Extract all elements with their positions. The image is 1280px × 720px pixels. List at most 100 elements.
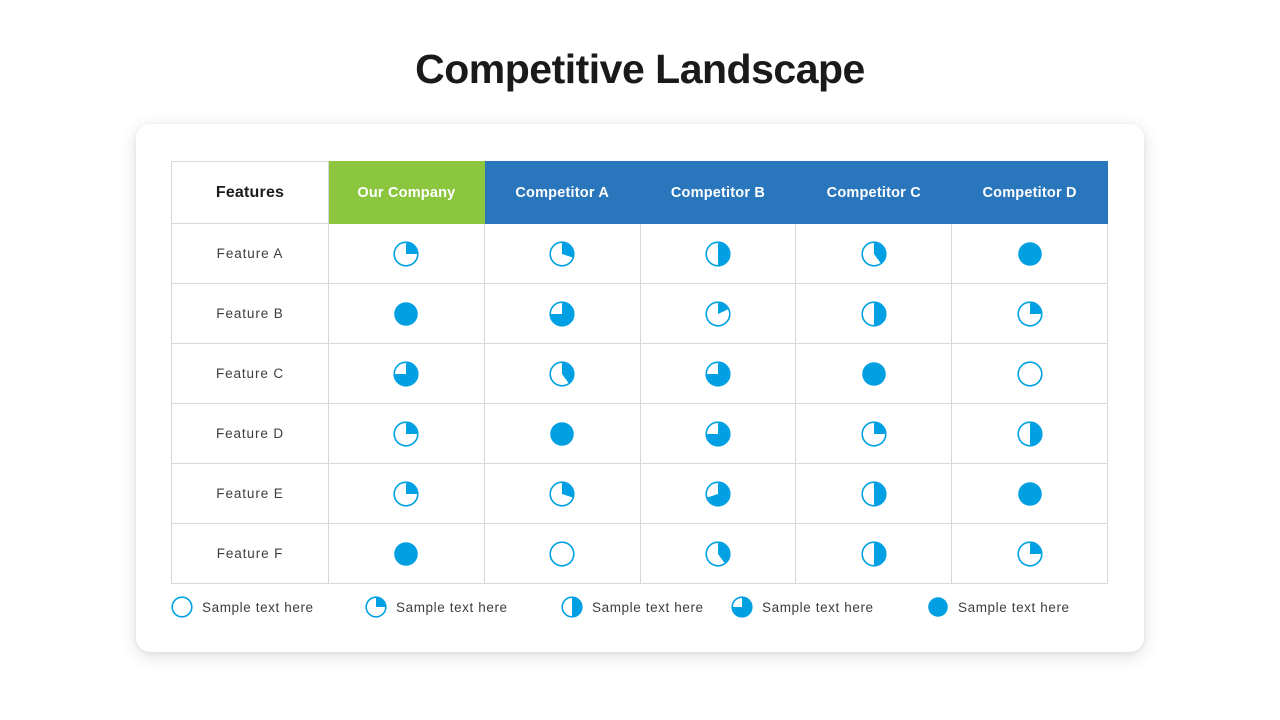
legend-label: Sample text here	[592, 599, 704, 615]
pie-rating-icon	[1016, 300, 1043, 327]
feature-label: Feature D	[171, 403, 329, 464]
pie-rating-icon	[1016, 360, 1043, 387]
pie-rating-icon	[705, 480, 731, 507]
feature-label: Feature E	[171, 463, 329, 524]
legend-pie-icon	[365, 596, 387, 618]
legend-pie-icon	[927, 596, 949, 618]
pie-rating-icon	[861, 240, 887, 267]
rating-cell	[639, 523, 797, 584]
content-card: Features Our Company Competitor A Competito…	[136, 124, 1144, 652]
pie-rating-icon	[549, 421, 575, 446]
feature-label: Feature A	[171, 223, 329, 284]
feature-label: Feature F	[171, 523, 329, 584]
rating-cell	[795, 403, 953, 464]
column-header-competitor-3: Competitor B	[639, 161, 797, 224]
rating-cell	[639, 343, 797, 404]
pie-rating-icon	[393, 240, 419, 267]
pie-rating-icon	[393, 420, 419, 447]
rating-cell	[639, 283, 797, 344]
table-row: Feature E	[171, 463, 1108, 524]
column-header-competitor-5: Competitor D	[951, 161, 1108, 224]
rating-cell	[483, 403, 641, 464]
pie-rating-icon	[1016, 540, 1043, 567]
pie-rating-icon	[549, 240, 575, 267]
legend-item: Sample text here	[561, 596, 731, 618]
rating-cell	[639, 403, 797, 464]
pie-rating-icon	[549, 360, 575, 387]
pie-rating-icon	[705, 420, 731, 447]
pie-rating-icon	[861, 300, 887, 327]
rating-cell	[483, 223, 641, 284]
rating-cell	[639, 223, 797, 284]
legend-pie-icon	[561, 596, 583, 618]
column-header-our-company: Our Company	[328, 161, 485, 224]
pie-rating-icon	[549, 300, 575, 327]
rating-cell	[483, 343, 641, 404]
table-row: Feature F	[171, 523, 1108, 584]
rating-cell	[951, 463, 1108, 524]
legend-item: Sample text here	[171, 596, 365, 618]
pie-rating-icon	[861, 420, 887, 447]
rating-cell	[328, 403, 485, 464]
rating-cell	[951, 283, 1108, 344]
pie-rating-icon	[549, 480, 575, 507]
table-header: Features Our Company Competitor A Competito…	[171, 161, 1108, 224]
comparison-table: Features Our Company Competitor A Competito…	[171, 161, 1108, 584]
table-body: Feature A Feature B Feature C Feature D Feat…	[171, 223, 1108, 584]
legend-label: Sample text here	[396, 599, 508, 615]
legend-item: Sample text here	[365, 596, 561, 618]
column-header-competitor-2: Competitor A	[483, 161, 641, 224]
pie-rating-icon	[393, 541, 419, 566]
pie-rating-icon	[861, 480, 887, 507]
rating-cell	[328, 523, 485, 584]
table-row: Feature C	[171, 343, 1108, 404]
slide-root: Competitive Landscape Features Our Compan…	[0, 0, 1280, 720]
rating-cell	[951, 403, 1108, 464]
legend-pie-icon	[731, 596, 753, 618]
pie-rating-icon	[705, 300, 731, 327]
rating-cell	[795, 283, 953, 344]
feature-label: Feature C	[171, 343, 329, 404]
rating-cell	[483, 283, 641, 344]
legend-label: Sample text here	[762, 599, 874, 615]
feature-label: Feature B	[171, 283, 329, 344]
comparison-table-container: Features Our Company Competitor A Competito…	[171, 161, 1108, 584]
table-header-row: Features Our Company Competitor A Competito…	[171, 161, 1108, 224]
pie-rating-icon	[861, 540, 887, 567]
table-row: Feature A	[171, 223, 1108, 284]
pie-rating-icon	[1017, 481, 1043, 506]
rating-cell	[328, 283, 485, 344]
pie-rating-icon	[1017, 241, 1043, 266]
rating-cell	[795, 223, 953, 284]
rating-cell	[795, 343, 953, 404]
rating-cell	[483, 523, 641, 584]
rating-cell	[951, 523, 1108, 584]
pie-rating-icon	[861, 361, 887, 386]
page-title: Competitive Landscape	[415, 46, 865, 92]
rating-cell	[951, 343, 1108, 404]
column-header-competitor-4: Competitor C	[795, 161, 953, 224]
rating-cell	[328, 223, 485, 284]
legend-label: Sample text here	[202, 599, 314, 615]
rating-cell	[328, 343, 485, 404]
pie-rating-icon	[705, 240, 731, 267]
rating-cell	[795, 463, 953, 524]
pie-rating-icon	[1016, 420, 1043, 447]
pie-rating-icon	[393, 301, 419, 326]
legend-pie-icon	[171, 596, 193, 618]
pie-rating-icon	[393, 360, 419, 387]
rating-cell	[639, 463, 797, 524]
rating-cell	[795, 523, 953, 584]
legend-item: Sample text here	[731, 596, 927, 618]
pie-rating-icon	[705, 360, 731, 387]
column-header-features: Features	[171, 161, 329, 224]
table-row: Feature D	[171, 403, 1108, 464]
legend-label: Sample text here	[958, 599, 1070, 615]
pie-rating-icon	[549, 540, 575, 567]
legend: Sample text here Sample text here Sample t…	[171, 596, 1108, 618]
rating-cell	[483, 463, 641, 524]
pie-rating-icon	[393, 480, 419, 507]
rating-cell	[328, 463, 485, 524]
pie-rating-icon	[705, 540, 731, 567]
table-row: Feature B	[171, 283, 1108, 344]
